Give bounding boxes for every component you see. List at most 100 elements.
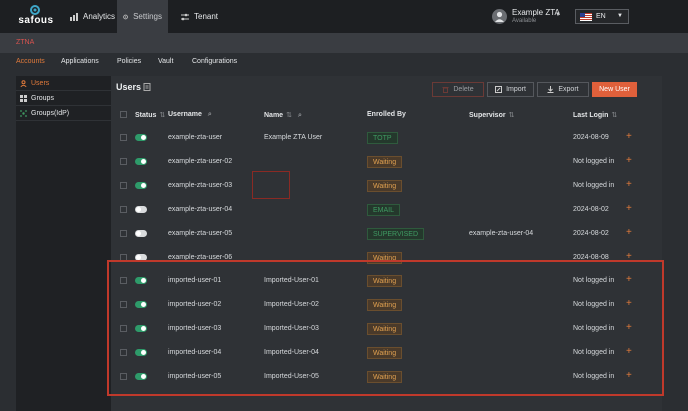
page-title: Users: [116, 82, 142, 92]
plus-icon[interactable]: +: [626, 155, 632, 166]
last-login-cell: Not logged in: [573, 158, 615, 165]
last-login-cell: 2024-08-02: [573, 206, 609, 213]
last-login-cell: 2024-08-09: [573, 134, 609, 141]
annotation-box: [252, 171, 290, 199]
enrolled-badge: TOTP: [367, 132, 398, 144]
table-row[interactable]: example-zta-user-02 Waiting Not logged in +: [111, 150, 662, 174]
username-cell: example-zta-user-05: [168, 230, 233, 237]
table-header: Status ⇅ Username ⌕ Name ⇅ ⌕ Enrolled By Sup…: [111, 106, 662, 123]
sidebar-item-groups-idp[interactable]: Groups(IdP): [16, 106, 111, 121]
row-checkbox[interactable]: [120, 134, 127, 141]
status-toggle[interactable]: [135, 206, 147, 213]
enrolled-badge: Waiting: [367, 180, 403, 192]
tab-accounts[interactable]: Accounts: [16, 58, 45, 65]
nav-analytics[interactable]: Analytics: [64, 0, 121, 33]
column-name[interactable]: Name ⇅ ⌕: [264, 111, 302, 120]
nav-tenant[interactable]: Tenant: [175, 0, 224, 33]
table-row[interactable]: example-zta-user-05 SUPERVISED example-zta…: [111, 222, 662, 246]
table-row[interactable]: example-zta-user Example ZTA User TOTP 2024…: [111, 126, 662, 150]
sort-icon: ⇅: [508, 112, 515, 119]
sidebar-item-users[interactable]: Users: [16, 76, 111, 91]
chevron-down-icon: ▼: [617, 13, 623, 19]
table-row[interactable]: example-zta-user-03 Waiting Not logged in +: [111, 174, 662, 198]
trash-icon: [442, 87, 449, 93]
document-icon[interactable]: [143, 83, 151, 91]
row-checkbox[interactable]: [120, 182, 127, 189]
column-supervisor[interactable]: Supervisor ⇅: [469, 111, 514, 119]
import-icon: [495, 86, 503, 93]
select-all-checkbox[interactable]: [120, 111, 127, 118]
user-name[interactable]: Example ZTA: [512, 8, 560, 17]
plus-icon[interactable]: +: [626, 179, 632, 190]
column-enrolled-by: Enrolled By: [367, 111, 406, 118]
table-row[interactable]: example-zta-user-04 EMAIL 2024-08-02 +: [111, 198, 662, 222]
name-cell: Example ZTA User: [264, 134, 323, 141]
download-icon: [547, 86, 554, 93]
column-status-label: Status: [135, 112, 157, 119]
column-status[interactable]: Status ⇅: [135, 111, 165, 119]
sidebar: Users Groups Groups(IdP): [16, 76, 111, 411]
plus-icon[interactable]: +: [626, 203, 632, 214]
language-select[interactable]: EN ▼: [575, 9, 629, 24]
nav-settings-label: Settings: [133, 12, 162, 21]
tab-bar: Accounts Applications Policies Vault Con…: [0, 53, 688, 72]
gear-icon: [123, 14, 128, 19]
plus-icon[interactable]: +: [626, 131, 632, 142]
username-cell: example-zta-user-03: [168, 182, 233, 189]
row-checkbox[interactable]: [120, 158, 127, 165]
export-button-label: Export: [558, 86, 579, 93]
column-username[interactable]: Username ⌕: [168, 111, 212, 119]
sidebar-item-label: Users: [31, 79, 50, 87]
user-icon: [20, 79, 27, 87]
sliders-icon: [181, 13, 189, 20]
network-icon: [20, 109, 27, 117]
enrolled-badge: SUPERVISED: [367, 228, 424, 240]
safous-logo[interactable]: safous: [14, 5, 58, 27]
top-bar: safous Analytics Settings Tenant Example…: [0, 0, 688, 33]
delete-button[interactable]: Delete: [432, 82, 484, 97]
username-cell: example-zta-user: [168, 134, 223, 141]
import-button[interactable]: Import: [487, 82, 534, 97]
nav-analytics-label: Analytics: [83, 12, 116, 21]
sort-icon: ⇅: [611, 112, 618, 119]
tab-policies[interactable]: Policies: [117, 58, 141, 65]
enrolled-badge: EMAIL: [367, 204, 401, 216]
sort-icon: ⇅: [159, 112, 166, 119]
column-supervisor-label: Supervisor: [469, 112, 506, 119]
column-last-login[interactable]: Last Login ⇅: [573, 111, 617, 119]
delete-button-label: Delete: [453, 86, 474, 93]
user-status: Available: [512, 18, 537, 24]
sort-icon: ⇅: [286, 112, 292, 119]
search-icon[interactable]: ⌕: [208, 111, 212, 118]
status-toggle[interactable]: [135, 230, 147, 237]
row-checkbox[interactable]: [120, 206, 127, 213]
user-avatar-icon: [495, 11, 504, 22]
new-user-button[interactable]: New User: [592, 82, 637, 97]
status-toggle[interactable]: [135, 182, 147, 189]
logo-mark-icon: [30, 5, 40, 15]
username-cell: example-zta-user-02: [168, 158, 233, 165]
status-toggle[interactable]: [135, 134, 147, 141]
column-username-label: Username: [168, 111, 202, 118]
chart-icon: [70, 12, 78, 21]
last-login-cell: 2024-08-02: [573, 230, 609, 237]
module-label[interactable]: ZTNA: [16, 39, 34, 46]
chevron-down-icon[interactable]: ▼: [555, 12, 561, 18]
imported-users-highlight: [107, 260, 664, 396]
sidebar-item-label: Groups(IdP): [31, 109, 70, 117]
column-last-login-label: Last Login: [573, 112, 609, 119]
sidebar-item-groups[interactable]: Groups: [16, 91, 111, 106]
column-name-label: Name: [264, 112, 284, 119]
tab-applications[interactable]: Applications: [61, 58, 99, 65]
search-icon[interactable]: ⌕: [298, 112, 302, 119]
tab-configurations[interactable]: Configurations: [192, 58, 237, 65]
tab-vault[interactable]: Vault: [158, 58, 173, 65]
plus-icon[interactable]: +: [626, 227, 632, 238]
nav-settings[interactable]: Settings: [117, 0, 168, 33]
row-checkbox[interactable]: [120, 230, 127, 237]
status-toggle[interactable]: [135, 158, 147, 165]
enrolled-badge: Waiting: [367, 156, 403, 168]
avatar[interactable]: [492, 9, 507, 24]
language-label: EN: [596, 13, 606, 20]
export-button[interactable]: Export: [537, 82, 589, 97]
